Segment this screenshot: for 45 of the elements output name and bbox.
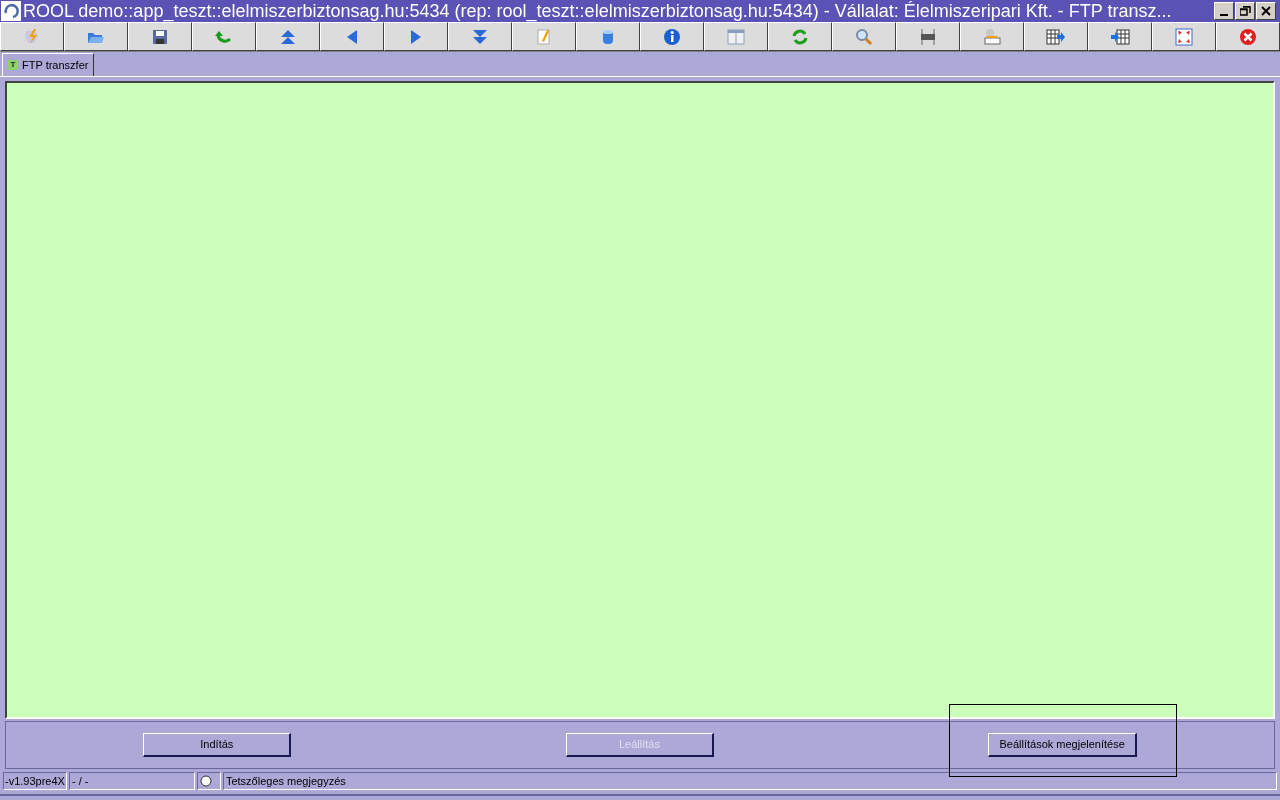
layout-icon (726, 26, 746, 47)
toolbar-button[interactable] (384, 22, 448, 51)
toolbar-button[interactable] (320, 22, 384, 51)
search-icon (854, 26, 874, 47)
close-circle-icon (1238, 26, 1258, 47)
restore-icon (1239, 6, 1251, 16)
toolbar-button[interactable] (256, 22, 320, 51)
record-position: - / - (68, 772, 195, 790)
note-field: Tetszőleges megjegyzés (222, 772, 1277, 790)
tab[interactable]: T FTP transzfer (2, 53, 95, 76)
toolbar-button[interactable] (0, 22, 64, 51)
keyboard-icon (982, 26, 1002, 47)
toolbar-button[interactable] (1216, 22, 1280, 51)
minimize-icon (1220, 14, 1228, 16)
toolbar-button[interactable] (896, 22, 960, 51)
close-icon (1261, 6, 1271, 16)
action-button[interactable]: Indítás (143, 733, 292, 757)
toolbar-button[interactable] (1024, 22, 1088, 51)
toolbar-button[interactable] (1152, 22, 1216, 51)
info-icon (662, 26, 682, 47)
toolbar-button[interactable] (128, 22, 192, 51)
table-arrow-left-icon (1110, 26, 1130, 47)
toolbar-button[interactable] (704, 22, 768, 51)
version-label: -v1.93pre4X (3, 772, 67, 790)
table-arrow-right-icon (1046, 26, 1066, 47)
toolbar-button[interactable] (960, 22, 1024, 51)
close-button[interactable] (1256, 2, 1276, 20)
row-bar-icon (918, 26, 938, 47)
toolbar-button[interactable] (576, 22, 640, 51)
toolbar-button[interactable] (448, 22, 512, 51)
app-logo-icon (1, 1, 21, 21)
status-circle-icon (199, 775, 212, 787)
toolbar-button[interactable] (640, 22, 704, 51)
minimize-button[interactable] (1214, 2, 1234, 20)
action-button[interactable]: Beállítások megjelenítése (988, 733, 1137, 757)
restore-button[interactable] (1235, 2, 1255, 20)
tab-icon: T (8, 60, 18, 70)
toolbar-button[interactable] (832, 22, 896, 51)
toolbar-button[interactable] (512, 22, 576, 51)
expand-window-icon (1174, 26, 1194, 47)
toolbar-button[interactable] (64, 22, 128, 51)
toolbar-button[interactable] (1088, 22, 1152, 51)
toolbar-button[interactable] (768, 22, 832, 51)
toolbar-button[interactable] (192, 22, 256, 51)
window-title: ROOL demo::app_teszt::elelmiszerbiztonsag.hu:5434 (rep: rool_teszt::elelmiszerbiztonsag.hu:5434) - Vállalat: Élelmiszeripari Kft. - FTP transz... (23, 0, 1173, 22)
